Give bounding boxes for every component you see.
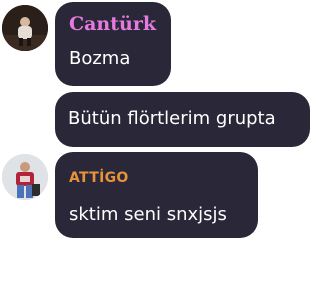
user-avatar-photo-icon xyxy=(2,154,48,200)
avatar-attigo[interactable] xyxy=(2,154,48,200)
avatar-canturk[interactable] xyxy=(2,5,48,51)
message-bubble[interactable]: Bütün flörtlerim grupta xyxy=(55,92,310,147)
message-text: Bütün flörtlerim grupta xyxy=(68,108,276,129)
message-bubble[interactable]: ATTİGO sktim seni snxjsjs xyxy=(55,152,258,238)
message-text: Bozma xyxy=(69,48,131,69)
sender-name[interactable]: Cantürk xyxy=(69,13,156,35)
sender-name[interactable]: ATTİGO xyxy=(69,170,129,186)
message-text: sktim seni snxjsjs xyxy=(69,204,227,225)
user-avatar-photo-icon xyxy=(2,5,48,51)
message-bubble[interactable]: Cantürk Bozma xyxy=(55,2,171,86)
